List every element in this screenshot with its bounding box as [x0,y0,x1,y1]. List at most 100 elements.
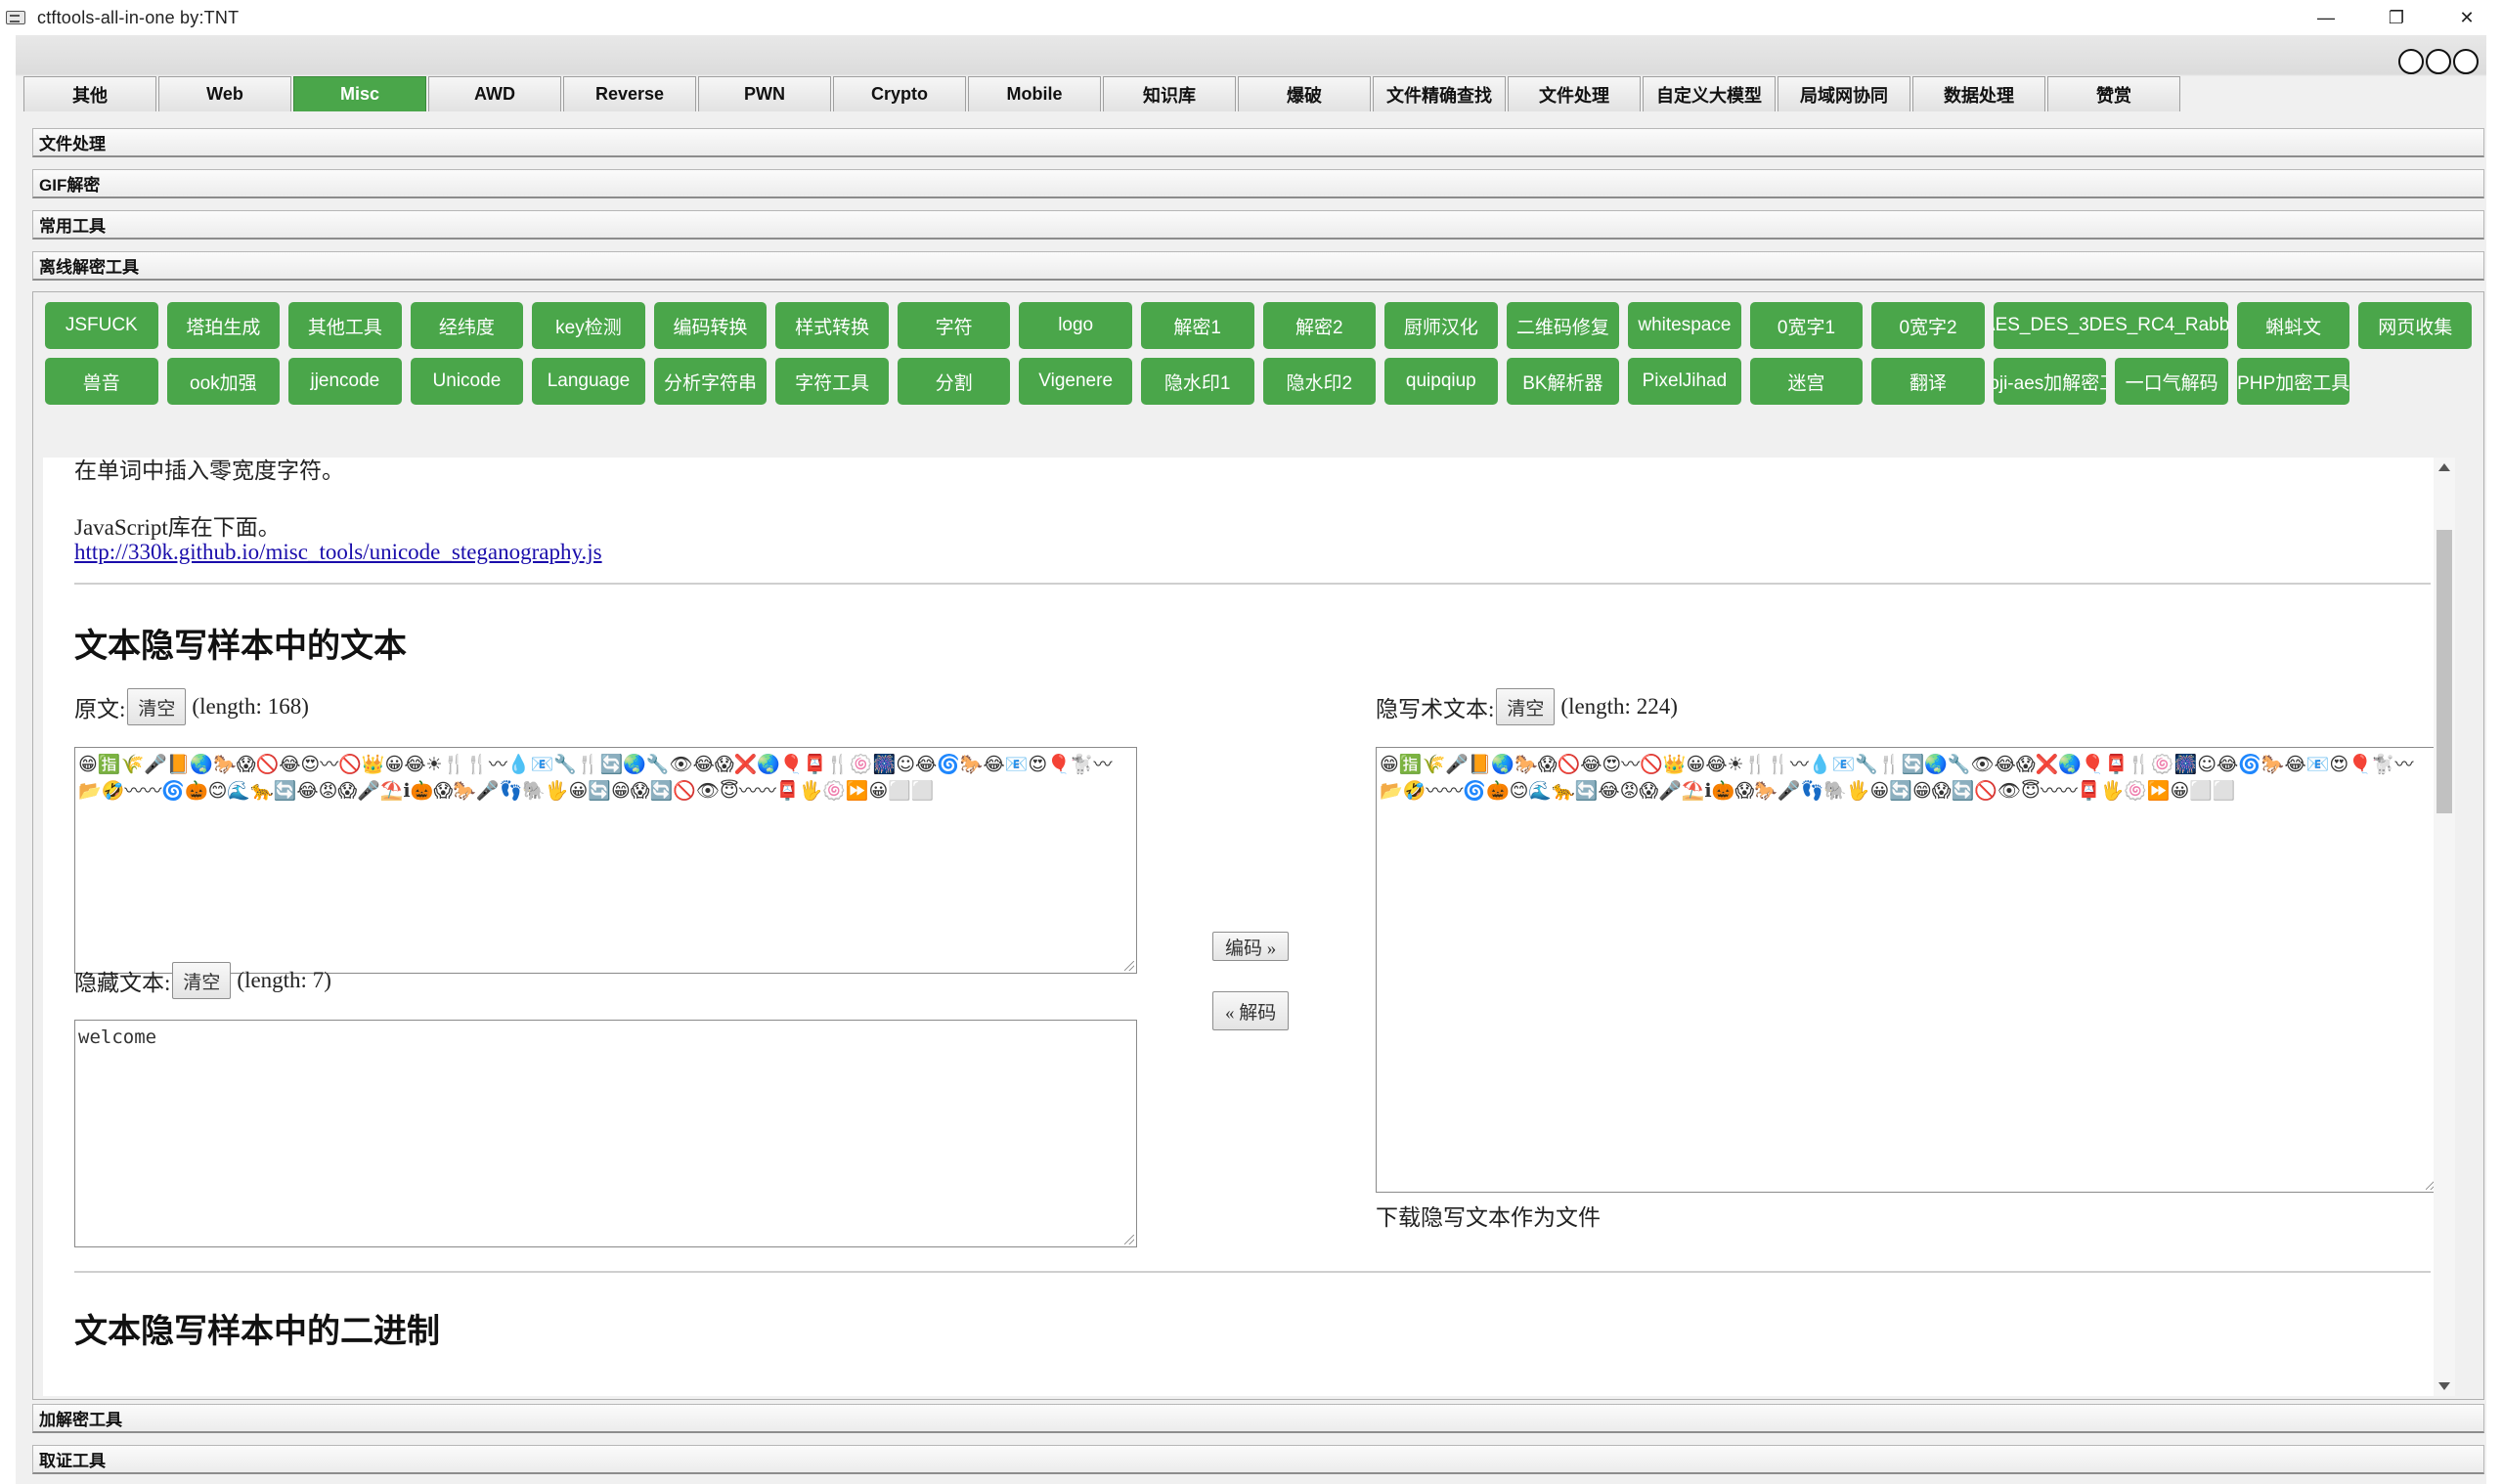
tool-button[interactable]: AES_DES_3DES_RC4_Rabbit [1993,302,2228,349]
download-stego-link[interactable]: 下载隐写文本作为文件 [1376,1204,1601,1232]
tool-button[interactable]: Language [532,358,645,405]
tab-10[interactable]: 文件精确查找 [1373,76,1506,111]
resize-grip-icon[interactable] [1124,961,1134,971]
app-frame: 其他 Web Misc AWD Reverse PWN Crypto Mobile 知识库 爆破文… [16,35,2486,1484]
vertical-scrollbar[interactable] [2434,458,2455,1396]
tool-button[interactable]: 经纬度 [410,302,524,349]
tool-button[interactable]: 解密1 [1140,302,1254,349]
stego-length: (length: 224) [1560,694,1678,719]
stego-label: 隐写术文本: [1376,697,1495,721]
tab-5[interactable]: PWN [698,76,831,111]
tool-button[interactable]: 二维码修复 [1506,302,1620,349]
tool-button[interactable]: 分析字符串 [653,358,768,405]
section-gif-decrypt[interactable]: GIF解密 [32,169,2484,198]
decode-button[interactable]: « 解码 [1212,991,1290,1030]
tool-button-grid: JSFUCK 塔珀生成 其他工具 经纬度 key检测 编码转换 样式转换 字符 logo 解密1 解… [45,302,2472,405]
section-common-tools[interactable]: 常用工具 [32,210,2484,240]
section-forensics-tools[interactable]: 取证工具 [32,1445,2484,1474]
resize-grip-icon[interactable] [1124,1235,1134,1244]
tab-1[interactable]: Web [158,76,291,111]
tool-button[interactable]: 0宽字2 [1871,302,1985,349]
tool-button[interactable]: 一口气解码 [2115,358,2228,405]
section-file-processing[interactable]: 文件处理 [32,128,2484,157]
original-label: 原文: [74,697,126,721]
clear-stego-button[interactable]: 清空 [1496,688,1556,725]
original-label-row: 原文: 清空 (length: 168) [74,688,309,725]
tab-15[interactable]: 赞赏 [2047,76,2180,111]
tool-button[interactable]: 字符工具 [775,358,889,405]
tool-button[interactable]: 兽音 [45,358,158,405]
tool-button[interactable]: 隐水印1 [1140,358,1254,405]
tab-14[interactable]: 数据处理 [1912,76,2045,111]
tab-9[interactable]: 爆破 [1238,76,1371,111]
circle-icon[interactable] [2426,49,2451,74]
tab-2[interactable]: Misc [293,76,426,111]
tool-button[interactable]: PixelJihad [1628,358,1741,405]
intro-text: 在单词中插入零宽度字符。 [74,458,344,483]
close-icon[interactable]: ✕ [2432,0,2502,35]
section-heading-text: 文本隐写样本中的文本 [74,627,407,666]
js-library-text: JavaScript库在下面。 [74,515,281,540]
section-crypto-tools[interactable]: 加解密工具 [32,1404,2484,1433]
tab-12[interactable]: 自定义大模型 [1643,76,1776,111]
tool-button[interactable]: 编码转换 [653,302,768,349]
tool-button[interactable]: 样式转换 [775,302,889,349]
tool-button[interactable]: whitespace [1628,302,1741,349]
tool-button[interactable]: PHP加密工具 [2236,358,2350,405]
hidden-label-row: 隐藏文本: 清空 (length: 7) [74,962,331,999]
tool-button[interactable]: key检测 [532,302,645,349]
tab-4[interactable]: Reverse [563,76,696,111]
divider [74,1271,2431,1273]
scroll-down-icon[interactable] [2438,1382,2450,1390]
section-heading-binary: 文本隐写样本中的二进制 [74,1312,440,1351]
scroll-thumb[interactable] [2436,530,2452,813]
tool-button[interactable]: 其他工具 [288,302,402,349]
minimize-icon[interactable]: — [2291,0,2361,35]
tool-button[interactable]: quipqiup [1384,358,1498,405]
tool-button[interactable]: 迷宫 [1749,358,1864,405]
tool-button[interactable]: JSFUCK [45,302,158,349]
circle-icon[interactable] [2398,49,2424,74]
tab-7[interactable]: Mobile [968,76,1101,111]
circle-icon[interactable] [2453,49,2479,74]
tool-button[interactable]: 隐水印2 [1262,358,1377,405]
tab-11[interactable]: 文件处理 [1508,76,1641,111]
main-tab-strip: 其他 Web Misc AWD Reverse PWN Crypto Mobile 知识库 爆破文… [16,35,2486,115]
encode-button[interactable]: 编码 » [1212,932,1290,961]
tab-0[interactable]: 其他 [23,76,156,111]
tool-button[interactable]: 分割 [897,358,1011,405]
original-textarea[interactable]: 😁🈯🌾🎤📙🌏🐎😱🚫😂😍〰🚫👑😀😂☀🍴🍴〰💧📧🔧🍴🔄🌏🔧👁😂😱❌🌏🎈📮🍴🍥🎆☺😂🌀… [74,747,1137,974]
window-title: ctftools-all-in-one by:TNT [37,7,240,27]
tool-button[interactable]: Unicode [410,358,524,405]
tool-button[interactable]: 0宽字1 [1749,302,1864,349]
scroll-up-icon[interactable] [2438,463,2450,471]
status-circles [2398,49,2479,74]
clear-hidden-button[interactable]: 清空 [172,962,232,999]
tool-button[interactable]: 解密2 [1262,302,1377,349]
main-tabs: 其他 Web Misc AWD Reverse PWN Crypto Mobile 知识库 爆破文… [23,76,2182,111]
original-length: (length: 168) [192,694,309,719]
tool-button[interactable]: 塔珀生成 [166,302,281,349]
section-offline-decrypt[interactable]: 离线解密工具 [32,251,2484,281]
tool-button[interactable]: 厨师汉化 [1384,302,1498,349]
tool-button[interactable]: 网页收集 [2358,302,2472,349]
tool-button[interactable]: ook加强 [166,358,281,405]
stego-textarea[interactable]: 😁🈯🌾🎤📙🌏🐎😱🚫😂😍〰🚫👑😀😂☀🍴🍴〰💧📧🔧🍴🔄🌏🔧👁😂😱❌🌏🎈📮🍴🍥🎆☺😂🌀… [1376,747,2438,1193]
tool-button[interactable]: logo [1019,302,1132,349]
tool-button[interactable]: 蝌蚪文 [2236,302,2350,349]
tool-button[interactable]: jjencode [288,358,402,405]
tab-6[interactable]: Crypto [833,76,966,111]
tab-13[interactable]: 局域网协同 [1778,76,1910,111]
tool-button[interactable]: 字符 [897,302,1011,349]
tool-button[interactable]: emoji-aes加解密工具 [1993,358,2107,405]
tab-3[interactable]: AWD [428,76,561,111]
hidden-label: 隐藏文本: [74,971,171,995]
js-library-link[interactable]: http://330k.github.io/misc_tools/unicode… [74,540,602,565]
tab-8[interactable]: 知识库 [1103,76,1236,111]
tool-button[interactable]: BK解析器 [1506,358,1620,405]
tool-button[interactable]: Vigenere [1019,358,1132,405]
restore-icon[interactable]: ❐ [2361,0,2432,35]
tool-button[interactable]: 翻译 [1871,358,1985,405]
clear-original-button[interactable]: 清空 [127,688,187,725]
hidden-textarea[interactable]: welcome [74,1020,1137,1247]
